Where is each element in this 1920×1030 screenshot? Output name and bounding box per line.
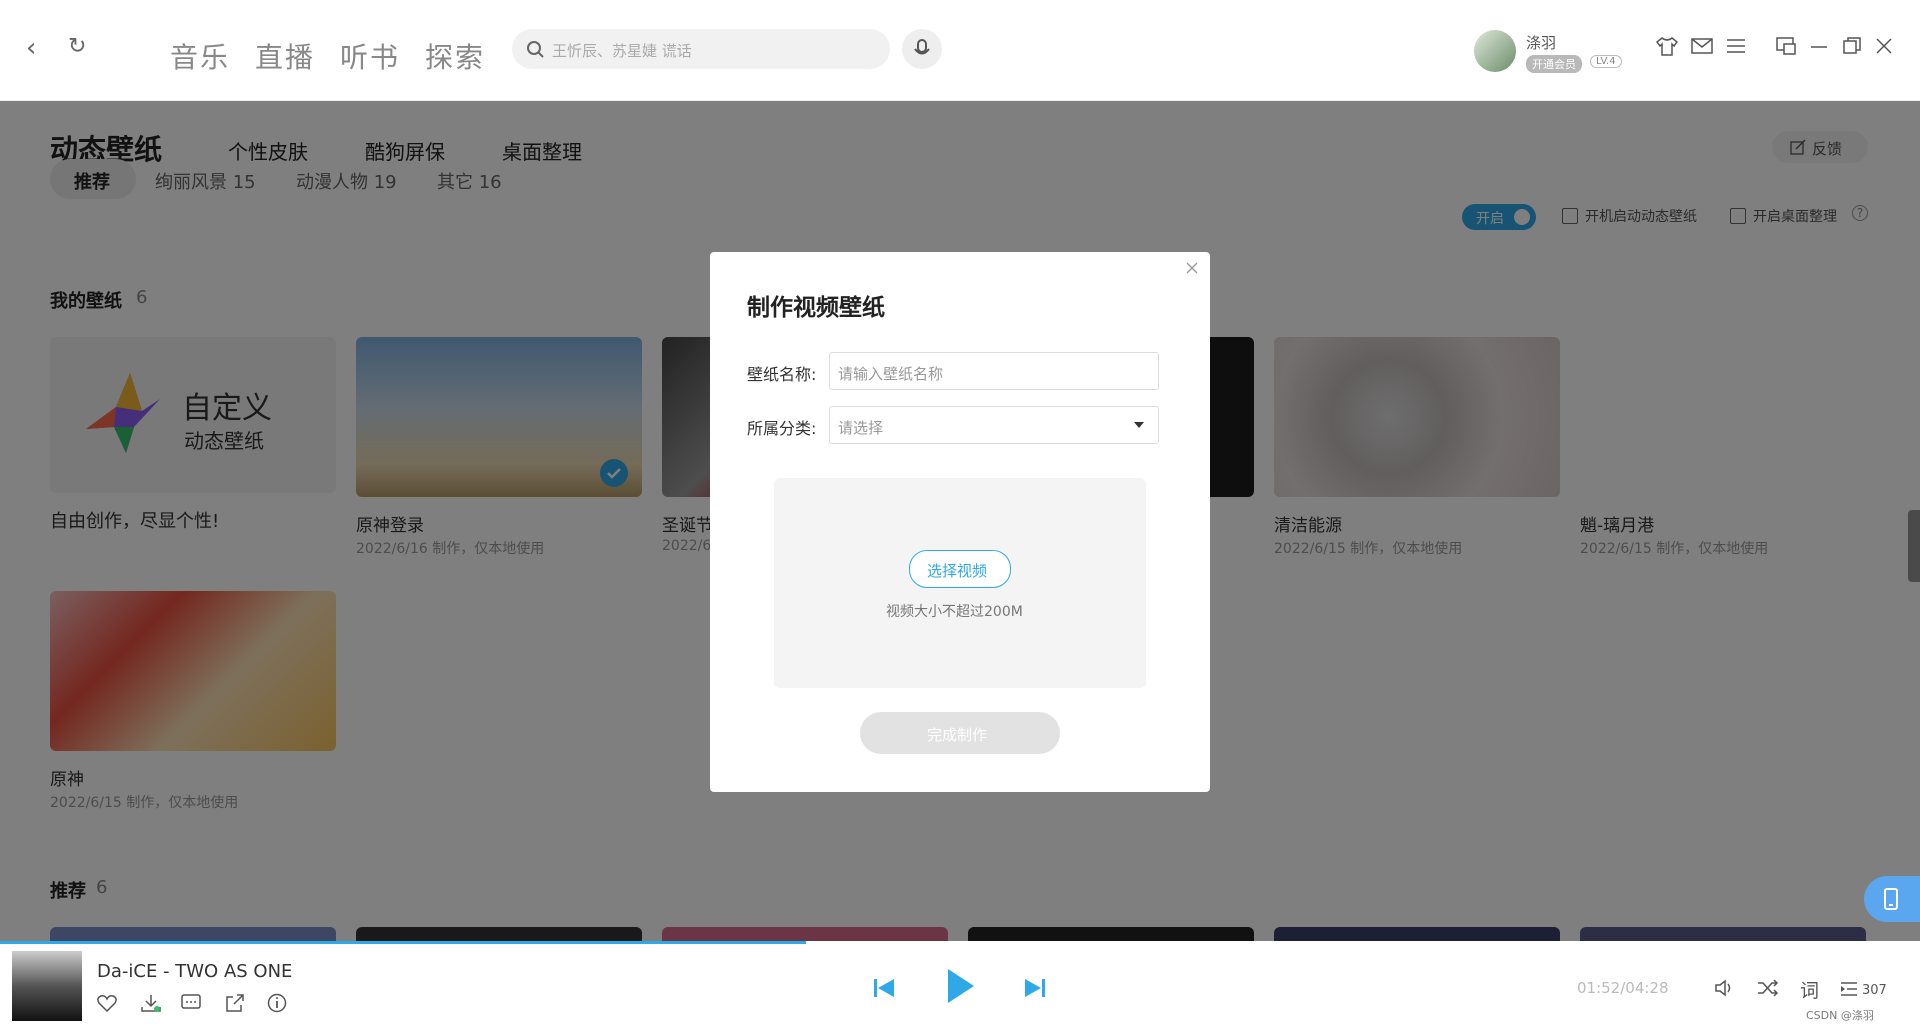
username[interactable]: 涤羽 [1526,32,1556,53]
microphone-icon [914,39,930,55]
category-placeholder: 请选择 [838,419,884,437]
tab-live[interactable]: 直播 [255,36,315,76]
upload-hint: 视频大小不超过200M [886,604,1023,620]
mini-mode-icon[interactable] [1776,37,1796,55]
minimize-icon[interactable] [1810,45,1828,49]
finish-label: 完成制作 [927,726,988,744]
mail-icon[interactable] [1691,38,1713,54]
previous-icon[interactable] [873,977,895,999]
playback-progress[interactable] [0,941,807,944]
watermark: CSDN @涤羽 [1806,1009,1874,1022]
download-icon[interactable] [140,993,162,1013]
tab-music[interactable]: 音乐 [170,36,230,76]
level-badge: LV.4 [1590,55,1622,68]
playlist-icon[interactable] [1840,981,1858,997]
next-icon[interactable] [1024,977,1046,999]
select-video-label: 选择视频 [927,562,988,580]
menu-icon[interactable] [1726,38,1746,54]
tab-audiobook[interactable]: 听书 [340,36,400,76]
search-placeholder: 王忻辰、苏星婕 谎话 [552,42,692,60]
back-icon[interactable]: ‹ [26,35,36,61]
comment-icon[interactable] [181,994,201,1012]
search-input[interactable]: 王忻辰、苏星婕 谎话 [512,29,890,69]
select-video-button[interactable]: 选择视频 [909,550,1011,588]
chevron-down-icon [1134,422,1144,428]
finish-button[interactable]: 完成制作 [860,712,1060,754]
lyrics-button[interactable]: 词 [1800,976,1819,1003]
tab-explore[interactable]: 探索 [425,36,485,76]
volume-icon[interactable] [1714,978,1736,998]
top-bar: ‹ ↻ 音乐 直播 听书 探索 王忻辰、苏星婕 谎话 涤羽 开通会员 LV.4 [0,0,1920,101]
category-select[interactable]: 请选择 [829,406,1159,444]
search-icon [527,41,544,58]
song-title: Da-iCE - TWO AS ONE [97,961,293,982]
name-placeholder: 请输入壁纸名称 [838,365,944,383]
playback-time: 01:52/04:28 [1577,979,1669,997]
dialog-close-icon[interactable] [1186,262,1198,274]
refresh-icon[interactable]: ↻ [68,36,86,58]
mobile-sync-button[interactable] [1864,876,1920,922]
playlist-count: 307 [1862,983,1887,998]
info-icon[interactable] [267,993,287,1013]
name-label: 壁纸名称: [747,365,817,384]
video-upload-area[interactable]: 选择视频 视频大小不超过200M [774,478,1146,688]
share-icon[interactable] [225,993,245,1013]
shuffle-icon[interactable] [1757,979,1779,997]
skin-icon[interactable] [1656,36,1678,56]
album-cover[interactable] [12,951,82,1021]
category-label: 所属分类: [747,419,817,438]
voice-search-button[interactable] [902,29,942,69]
wallpaper-name-input[interactable]: 请输入壁纸名称 [829,352,1159,390]
vip-badge[interactable]: 开通会员 [1526,55,1582,73]
side-handle[interactable] [1908,510,1920,582]
create-video-wallpaper-dialog: 制作视频壁纸 壁纸名称: 请输入壁纸名称 所属分类: 请选择 选择视频 视频大小… [710,252,1210,792]
heart-icon[interactable] [97,994,117,1012]
maximize-icon[interactable] [1843,37,1861,55]
phone-icon [1884,888,1898,910]
avatar[interactable] [1474,30,1516,72]
play-icon[interactable] [946,967,976,1005]
close-icon[interactable] [1876,38,1892,54]
player-bar: Da-iCE - TWO AS ONE 01:52/04:28 词 307 CS… [0,941,1920,1030]
dialog-title: 制作视频壁纸 [747,295,885,321]
